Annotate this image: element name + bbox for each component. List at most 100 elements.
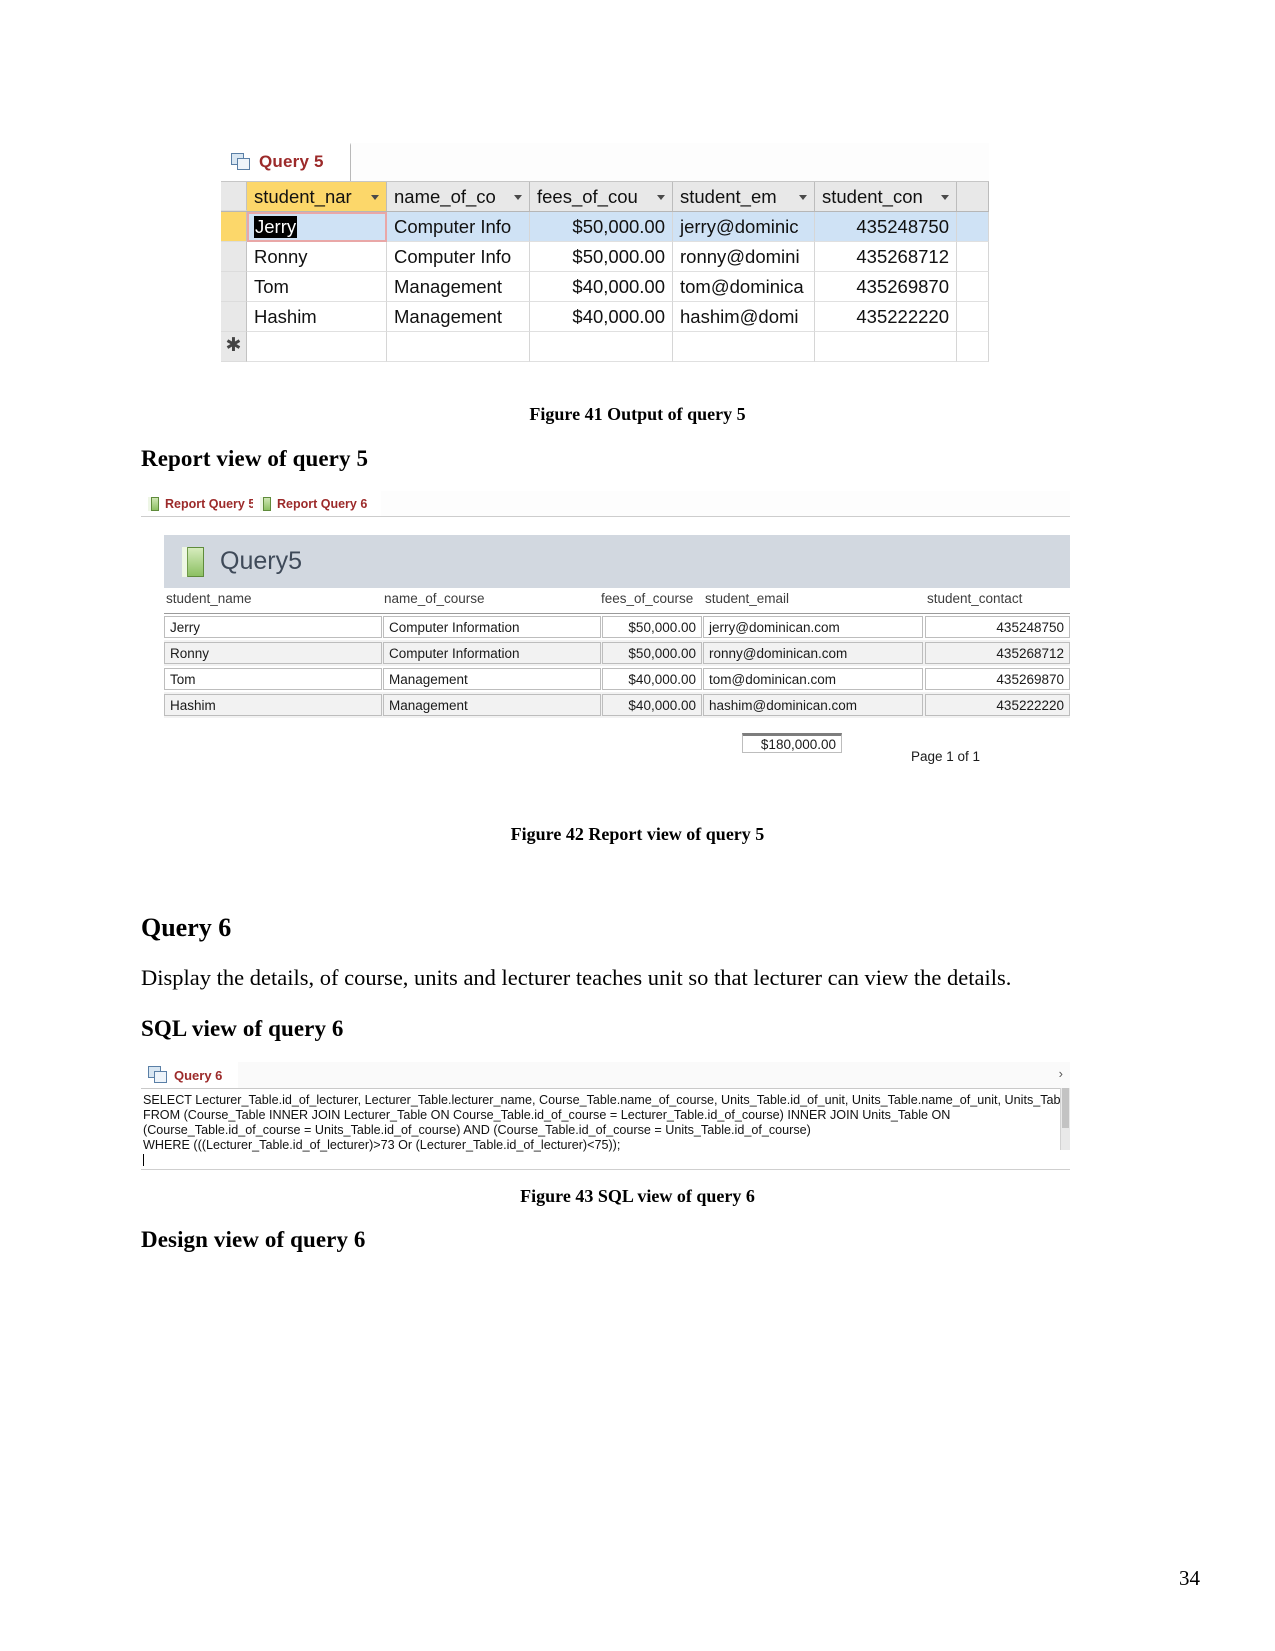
column-header-fees-of-course[interactable]: fees_of_cou (530, 182, 673, 211)
paragraph-query-6-description: Display the details, of course, units an… (141, 965, 1012, 990)
cell-student-contact[interactable]: 435268712 (815, 242, 957, 272)
sql-bottom-divider (141, 1169, 1070, 1170)
cell-fees-of-course: $40,000.00 (602, 694, 702, 716)
sql-caret-line (143, 1153, 1070, 1168)
cell-student-name[interactable]: Jerry (247, 212, 387, 242)
column-header-student-contact: student_contact (927, 591, 1023, 606)
cell-student-email: jerry@dominican.com (703, 616, 923, 638)
cell-student-email[interactable]: jerry@dominic (673, 212, 815, 242)
table-row[interactable]: Hashim Management $40,000.00 hashim@domi… (221, 302, 989, 332)
cell-fees-of-course[interactable]: $50,000.00 (530, 212, 673, 242)
cell-student-email: tom@dominican.com (703, 668, 923, 690)
cell-student-name[interactable]: Hashim (247, 302, 387, 332)
column-header-label: name_of_co (394, 185, 496, 207)
row-selector[interactable] (221, 212, 247, 242)
cell-text: Jerry (254, 216, 298, 238)
report-title-bar: Query5 (164, 535, 1070, 588)
column-header-student-name[interactable]: student_nar (247, 182, 387, 211)
column-header-student-email: student_email (705, 591, 790, 606)
cell-student-name-empty[interactable] (247, 332, 387, 362)
column-header-label: student_nar (254, 185, 352, 207)
column-header-label: student_con (822, 185, 923, 207)
cell-student-contact: 435248750 (925, 616, 1070, 638)
chevron-down-icon[interactable] (657, 194, 665, 200)
tab-report-query-5[interactable]: Report Query 5 (141, 491, 270, 516)
cell-student-contact[interactable]: 435222220 (815, 302, 957, 332)
column-header-student-email[interactable]: student_em (673, 182, 815, 211)
tab-query-5[interactable]: Query 5 (221, 143, 351, 181)
cell-student-email: ronny@dominican.com (703, 642, 923, 664)
heading-sql-view-query-6: SQL view of query 6 (141, 1016, 344, 1041)
cell-fees-of-course[interactable]: $40,000.00 (530, 272, 673, 302)
table-row[interactable]: Jerry Computer Info $50,000.00 jerry@dom… (221, 212, 989, 242)
cell-name-of-course[interactable]: Management (387, 272, 530, 302)
tab-label: Query 6 (174, 1067, 223, 1083)
column-header-student-contact[interactable]: student_con (815, 182, 957, 211)
column-header-filler (957, 182, 989, 211)
cell-student-name[interactable]: Tom (247, 272, 387, 302)
tab-query-6[interactable]: Query 6 (141, 1062, 239, 1088)
heading-report-view-query-5: Report view of query 5 (141, 446, 369, 471)
cell-student-email[interactable]: tom@dominica (673, 272, 815, 302)
sql-scrollbar-thumb[interactable] (1062, 1088, 1069, 1128)
report-column-headers: student_name name_of_course fees_of_cour… (164, 591, 1070, 613)
table-row[interactable]: Tom Management $40,000.00 tom@dominica 4… (221, 272, 989, 302)
cell-student-email-empty[interactable] (673, 332, 815, 362)
access-report-window: Report Query 5 Report Query 6 Query5 stu… (141, 491, 1070, 777)
cell-student-email[interactable]: ronny@domini (673, 242, 815, 272)
cell-name-of-course-empty[interactable] (387, 332, 530, 362)
heading-query-6: Query 6 (141, 913, 232, 942)
cell-student-contact-empty[interactable] (815, 332, 957, 362)
tab-label: Report Query 5 (165, 496, 256, 511)
chevron-right-icon[interactable]: › (1059, 1066, 1063, 1081)
cell-fees-of-course[interactable]: $40,000.00 (530, 302, 673, 332)
report-total-fees: $180,000.00 (742, 733, 842, 753)
cell-filler (957, 272, 989, 302)
cell-fees-of-course-empty[interactable] (530, 332, 673, 362)
cell-fees-of-course[interactable]: $50,000.00 (530, 242, 673, 272)
new-record-row[interactable]: ✱ (221, 332, 989, 362)
cell-student-email: hashim@dominican.com (703, 694, 923, 716)
tab-label: Report Query 6 (277, 496, 368, 511)
cell-student-name: Ronny (164, 642, 382, 664)
cell-fees-of-course: $50,000.00 (602, 616, 702, 638)
row-selector[interactable] (221, 272, 247, 302)
report-title: Query5 (220, 547, 302, 575)
sql-scrollbar[interactable] (1060, 1088, 1070, 1150)
query-icon (148, 1066, 168, 1084)
chevron-down-icon[interactable] (514, 194, 522, 200)
cell-fees-of-course: $40,000.00 (602, 668, 702, 690)
sql-editor[interactable]: SELECT Lecturer_Table.id_of_lecturer, Le… (141, 1089, 1070, 1170)
table-row[interactable]: Ronny Computer Info $50,000.00 ronny@dom… (221, 242, 989, 272)
report-icon (259, 496, 272, 511)
chevron-down-icon[interactable] (799, 194, 807, 200)
column-header-label: fees_of_cou (537, 185, 638, 207)
query-icon (231, 153, 251, 171)
page-number: 34 (1179, 1566, 1200, 1590)
cell-name-of-course[interactable]: Management (387, 302, 530, 332)
table-row: Hashim Management $40,000.00 hashim@domi… (164, 692, 1070, 718)
tab-report-query-6[interactable]: Report Query 6 (253, 491, 382, 516)
row-selector[interactable] (221, 302, 247, 332)
row-selector[interactable] (221, 242, 247, 272)
cell-student-contact[interactable]: 435248750 (815, 212, 957, 242)
chevron-down-icon[interactable] (941, 194, 949, 200)
row-selector-header[interactable] (221, 182, 247, 211)
cell-student-contact: 435268712 (925, 642, 1070, 664)
cell-name-of-course[interactable]: Computer Info (387, 212, 530, 242)
sql-line-join-conditions: (Course_Table.id_of_course = Units_Table… (143, 1123, 811, 1137)
column-header-fees-of-course: fees_of_course (601, 591, 694, 606)
cell-student-email[interactable]: hashim@domi (673, 302, 815, 332)
sql-line-select: SELECT Lecturer_Table.id_of_lecturer, Le… (143, 1093, 1070, 1107)
column-header-label: student_em (680, 185, 777, 207)
report-icon (147, 496, 160, 511)
cell-student-contact[interactable]: 435269870 (815, 272, 957, 302)
column-header-name-of-course[interactable]: name_of_co (387, 182, 530, 211)
new-record-marker[interactable]: ✱ (221, 332, 247, 362)
cell-student-contact: 435269870 (925, 668, 1070, 690)
report-icon (180, 546, 206, 577)
cell-student-name[interactable]: Ronny (247, 242, 387, 272)
cell-name-of-course[interactable]: Computer Info (387, 242, 530, 272)
datasheet-bottom-area (221, 362, 989, 381)
chevron-down-icon[interactable] (371, 194, 379, 200)
